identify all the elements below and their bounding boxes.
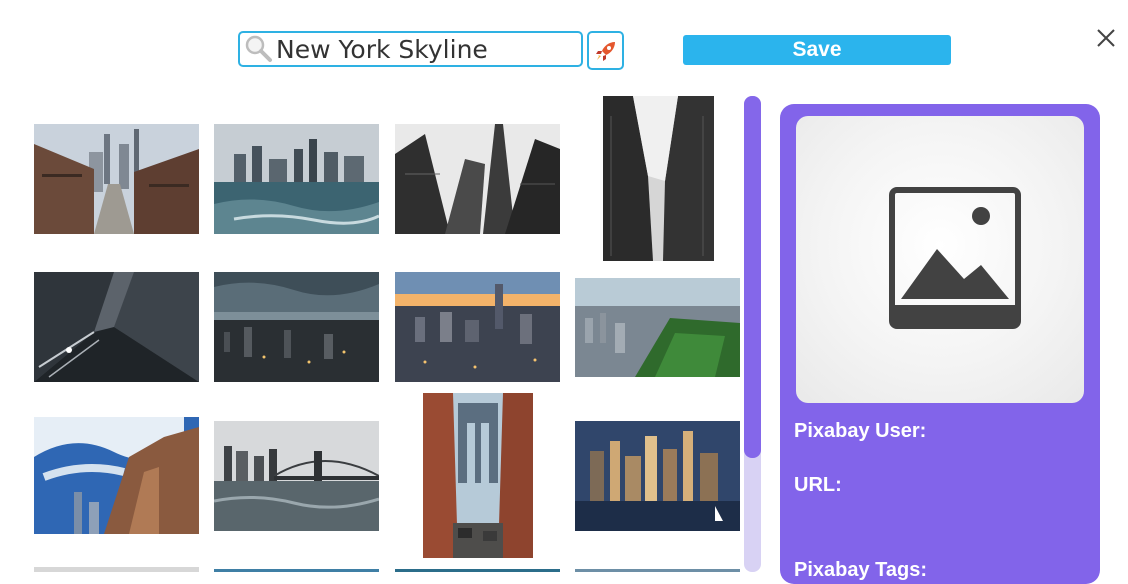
result-sunset-aerial-wtc[interactable] [395, 272, 560, 382]
save-button[interactable]: Save [683, 35, 951, 65]
result-blue-sky-street-buildings[interactable] [34, 417, 199, 534]
search-submit-button[interactable] [587, 31, 624, 70]
result-bw-skyscrapers-looking-up[interactable] [395, 124, 560, 234]
result-dusk-skyline-sailboat[interactable] [575, 421, 740, 531]
result-stormy-aerial-city[interactable] [214, 272, 379, 382]
pixabay-user-label: Pixabay User: [794, 420, 927, 442]
search-box[interactable] [238, 31, 583, 67]
results-scrollbar-thumb[interactable] [744, 96, 761, 458]
url-label: URL: [794, 474, 842, 496]
image-placeholder-icon [889, 187, 1021, 329]
close-button[interactable] [1092, 24, 1120, 52]
close-icon [1097, 29, 1115, 47]
result-vertical-looking-up-buildings[interactable] [603, 96, 714, 261]
result-partial-row[interactable] [34, 567, 199, 572]
result-central-park-aerial[interactable] [575, 278, 740, 377]
pixabay-tags-label: Pixabay Tags: [794, 559, 928, 581]
result-dark-looking-up-towers[interactable] [34, 272, 199, 382]
image-preview [796, 116, 1084, 403]
result-brooklyn-bridge-skyline[interactable] [214, 421, 379, 531]
rocket-icon [595, 41, 615, 61]
image-details-panel: Pixabay User: URL: Pixabay Tags: [780, 104, 1100, 584]
result-manhattan-across-water[interactable] [214, 124, 379, 234]
search-input[interactable] [274, 33, 581, 65]
result-street-view-manhattan[interactable] [34, 124, 199, 234]
result-manhattan-bridge-dumbo[interactable] [423, 393, 533, 558]
search-icon [245, 35, 272, 62]
